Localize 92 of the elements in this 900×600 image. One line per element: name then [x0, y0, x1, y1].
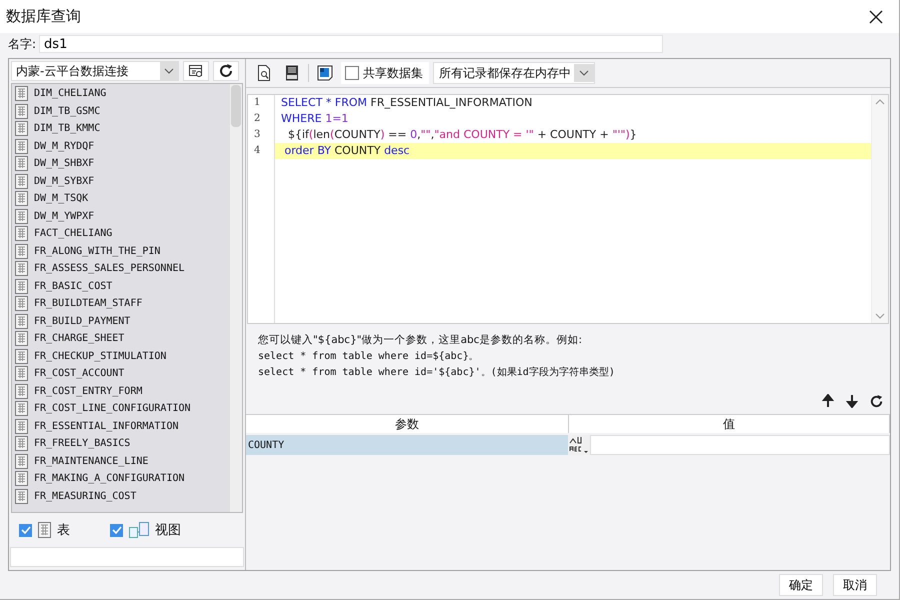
chevron-down-icon — [164, 68, 174, 74]
table-icon — [15, 261, 28, 276]
table-list-item[interactable]: DIM_CHELIANG — [12, 85, 230, 102]
table-icon — [15, 314, 28, 329]
parameter-value-field[interactable] — [590, 435, 890, 455]
table-list-item[interactable]: DIM_TB_GSMC — [12, 102, 230, 120]
table-icon — [15, 104, 28, 119]
check-icon — [112, 526, 122, 534]
table-list-item[interactable]: FR_ESSENTIAL_INFORMATION — [12, 418, 230, 435]
refresh-button[interactable] — [213, 61, 239, 81]
share-dataset-checkbox[interactable]: 共享数据集 — [341, 62, 429, 84]
table-icon — [15, 156, 28, 172]
hint-text: select * from table where id='${abc}'。(如果id字段为字符串类型) — [258, 366, 616, 379]
code-line: ${if(len(COUNTY) == 0,"","and COUNTY = '" + COUNTY + "'")} — [286, 127, 638, 143]
table-list-item[interactable]: FR_COST_ENTRY_FORM — [12, 382, 230, 400]
table-icon — [15, 331, 28, 346]
table-icon — [15, 348, 28, 364]
code-line: SELECT * FROM FR_ESSENTIAL_INFORMATION — [280, 95, 534, 111]
column-header: 值 — [569, 415, 890, 433]
table-list-item[interactable]: FR_COST_LINE_CONFIGURATION — [12, 400, 230, 418]
scrollbar[interactable] — [230, 84, 242, 512]
table-icon — [15, 454, 28, 469]
table-list-item[interactable]: DW_M_TSQK — [12, 190, 230, 208]
table-icon — [15, 296, 28, 312]
chevron-down-icon — [579, 70, 589, 76]
scroll-down-icon — [875, 313, 885, 319]
table-list-item[interactable]: FR_MAINTENANCE_LINE — [12, 452, 230, 470]
view-icon — [129, 522, 149, 538]
table-icon — [15, 138, 28, 154]
window-edit-icon — [188, 63, 204, 79]
code-line: WHERE 1=1 — [280, 111, 350, 127]
table-list-item[interactable]: FR_BUILD_PAYMENT — [12, 312, 230, 330]
filter-checkbox[interactable]: 表 — [19, 521, 70, 539]
table-icon — [15, 384, 28, 399]
table-icon — [15, 121, 28, 136]
table-list-item[interactable]: FR_COST_ACCOUNT — [12, 365, 230, 382]
table-list-item[interactable]: FR_BASIC_COST — [12, 278, 230, 295]
sql-file-icon — [285, 65, 299, 81]
name-label: 名字: — [8, 36, 36, 52]
table-icon — [15, 208, 28, 224]
table-icon — [15, 471, 28, 486]
table-icon — [15, 191, 28, 206]
dialog-button[interactable]: 取消 — [833, 574, 877, 596]
table-icon — [15, 366, 28, 382]
table-list-item[interactable]: DIM_TB_KMMC — [12, 120, 230, 138]
table-list-item[interactable]: DW_M_RYDQF — [12, 138, 230, 155]
table-icon — [15, 226, 28, 242]
table-icon — [15, 401, 28, 416]
table-list-item[interactable]: FR_CHECKUP_STIMULATION — [12, 348, 230, 365]
table-icon — [15, 278, 28, 294]
connection-dropdown[interactable]: 内蒙-云平台数据连接 — [11, 61, 179, 81]
abc-type-icon — [569, 436, 589, 454]
table-list-item[interactable]: FR_MAKING_A_CONFIGURATION — [12, 470, 230, 488]
table-list-item[interactable]: FR_ALONG_WITH_THE_PIN — [12, 242, 230, 260]
refresh-icon — [218, 63, 234, 79]
sql-editor[interactable]: 1 SELECT * FROM FR_ESSENTIAL_INFORMATION 2 WHERE 1=1 3 ${if(len(COUNTY) == 0,"","and COUNTY = '" + COUNTY + "'")} 4 order BY COUNTY desc — [247, 94, 889, 324]
table-icon — [15, 436, 28, 452]
document-search-icon — [257, 65, 271, 81]
table-list-item[interactable]: FR_ASSESS_SALES_PERSONNEL — [12, 260, 230, 278]
table-list-item[interactable]: FR_BUILDTEAM_STAFF — [12, 295, 230, 312]
edit-connection-button[interactable] — [183, 61, 209, 81]
table-list-item[interactable]: FR_MEASURING_COST — [12, 488, 230, 505]
storage-mode-dropdown[interactable]: 所有记录都保存在内存中 — [433, 62, 595, 84]
window-title: 数据库查询 — [6, 7, 81, 26]
parameter-name-cell[interactable]: COUNTY — [246, 435, 568, 455]
table-icon — [15, 488, 28, 504]
table-list-item[interactable]: DW_M_YWPXF — [12, 208, 230, 225]
arrow-down-icon — [846, 394, 858, 408]
table-icon — [15, 86, 28, 102]
table-list-item[interactable]: FR_CHARGE_SHEET — [12, 330, 230, 348]
table-list-item[interactable]: DW_M_SHBXF — [12, 155, 230, 172]
name-field[interactable]: ds1 — [39, 35, 664, 53]
hint-text: select * from table where id=${abc}。 — [258, 350, 480, 363]
table-list-item[interactable]: FACT_CHELIANG — [12, 225, 230, 242]
refresh-icon — [868, 394, 884, 408]
table-icon — [38, 522, 51, 538]
table-list-item[interactable]: FR_FREELY_BASICS — [12, 435, 230, 452]
table-icon — [15, 174, 28, 189]
arrow-up-icon — [822, 394, 834, 408]
hint-text: 您可以键入"${abc}"做为一个参数，这里abc是参数的名称。例如: — [258, 333, 583, 347]
search-field[interactable] — [10, 547, 244, 567]
table-list-item[interactable]: DW_M_SYBXF — [12, 172, 230, 190]
filter-checkbox[interactable]: 视图 — [110, 521, 181, 539]
document-icon — [317, 65, 333, 81]
table-icon — [15, 244, 28, 259]
column-header: 参数 — [246, 415, 569, 433]
table-icon — [15, 418, 28, 434]
check-icon — [20, 526, 30, 534]
dialog-button[interactable]: 确定 — [779, 574, 823, 596]
close-icon — [869, 10, 883, 24]
scroll-up-icon — [875, 99, 885, 105]
type-selector-button[interactable] — [568, 435, 590, 455]
